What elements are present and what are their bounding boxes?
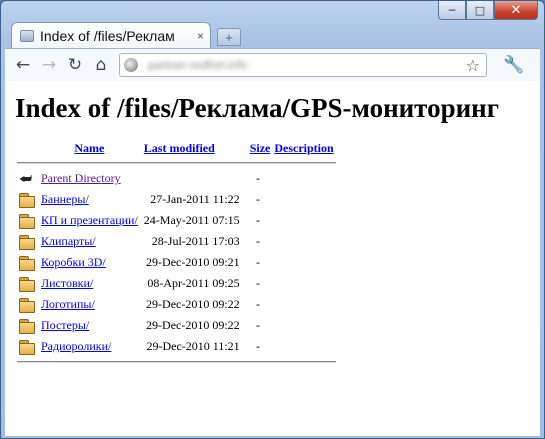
modified-date: 24-May-2011 07:15 bbox=[143, 213, 240, 227]
header-icon-cell bbox=[17, 138, 37, 158]
address-bar[interactable]: partner-redfort.info ☆ bbox=[119, 53, 487, 77]
table-row: Листовки/08-Apr-2011 09:25 - bbox=[17, 273, 336, 294]
modified-date: 28-Jul-2011 17:03 bbox=[151, 234, 240, 248]
folder-link[interactable]: Баннеры/ bbox=[41, 192, 89, 206]
folder-icon bbox=[19, 235, 35, 251]
sort-by-size-link[interactable]: Size bbox=[250, 141, 271, 155]
description bbox=[274, 336, 335, 357]
folder-icon bbox=[19, 319, 35, 335]
forward-button[interactable]: → bbox=[37, 53, 61, 77]
divider bbox=[17, 361, 336, 363]
table-row: Радиоролики/29-Dec-2010 11:21 - bbox=[17, 336, 336, 357]
folder-link[interactable]: Листовки/ bbox=[41, 276, 93, 290]
modified-date: 29-Dec-2010 11:21 bbox=[146, 339, 240, 353]
sort-by-name-link[interactable]: Name bbox=[74, 141, 104, 155]
folder-link[interactable]: Радиоролики/ bbox=[41, 339, 111, 353]
file-size: - bbox=[256, 213, 261, 227]
table-row: Постеры/29-Dec-2010 09:22 - bbox=[17, 315, 336, 336]
toolbar: ← → ↻ ⌂ partner-redfort.info ☆ 🔧 bbox=[5, 48, 540, 81]
modified-date: 29-Dec-2010 09:22 bbox=[146, 297, 240, 311]
new-tab-button[interactable]: + bbox=[217, 28, 241, 46]
folder-icon bbox=[19, 298, 35, 314]
tab-title: Index of /files/Реклам bbox=[40, 28, 175, 44]
sort-by-date-link[interactable]: Last modified bbox=[144, 141, 215, 155]
table-row: КП и презентации/24-May-2011 07:15 - bbox=[17, 210, 336, 231]
file-size: - bbox=[256, 318, 261, 332]
minimize-button[interactable]: ─ bbox=[438, 1, 466, 20]
folder-icon bbox=[19, 214, 35, 230]
page-content: Index of /files/Реклама/GPS-мониторинг N… bbox=[5, 81, 540, 436]
parent-size: - bbox=[256, 171, 261, 185]
file-size: - bbox=[256, 234, 261, 248]
header-description: Description bbox=[274, 138, 335, 158]
folder-icon bbox=[19, 193, 35, 209]
folder-icon bbox=[19, 340, 35, 356]
modified-date: 29-Dec-2010 09:22 bbox=[146, 318, 240, 332]
file-size: - bbox=[256, 192, 261, 206]
page-favicon-icon bbox=[20, 30, 34, 42]
maximize-button[interactable]: □ bbox=[466, 1, 494, 20]
description bbox=[274, 273, 335, 294]
page-title: Index of /files/Реклама/GPS-мониторинг bbox=[15, 93, 499, 123]
header-last-modified: Last modified bbox=[142, 138, 242, 158]
wrench-icon[interactable]: 🔧 bbox=[503, 55, 524, 75]
description bbox=[274, 252, 335, 273]
home-button[interactable]: ⌂ bbox=[89, 53, 113, 77]
description bbox=[274, 315, 335, 336]
header-size: Size bbox=[244, 138, 273, 158]
url-text[interactable]: partner-redfort.info bbox=[148, 58, 466, 72]
header-row: Name Last modified Size Description bbox=[17, 138, 336, 158]
description bbox=[274, 189, 335, 210]
parent-row: ⮨ Parent Directory - bbox=[17, 168, 336, 189]
back-button[interactable]: ← bbox=[11, 53, 35, 77]
folder-icon bbox=[19, 277, 35, 293]
tab-active[interactable]: Index of /files/Реклам × bbox=[11, 22, 211, 49]
table-row: Логотипы/29-Dec-2010 09:22 - bbox=[17, 294, 336, 315]
parent-directory-link[interactable]: Parent Directory bbox=[41, 171, 121, 185]
close-window-button[interactable]: ✕ bbox=[494, 1, 538, 20]
folder-link[interactable]: Логотипы/ bbox=[41, 297, 95, 311]
entries-body: Баннеры/27-Jan-2011 11:22- КП и презентац… bbox=[17, 189, 336, 357]
parent-description bbox=[274, 168, 335, 189]
folder-link[interactable]: Постеры/ bbox=[41, 318, 89, 332]
parent-date bbox=[142, 168, 242, 189]
star-icon[interactable]: ☆ bbox=[466, 56, 480, 75]
tab-close-icon[interactable]: × bbox=[197, 29, 204, 43]
window-controls: ─ □ ✕ bbox=[438, 1, 538, 20]
folder-link[interactable]: КП и презентации/ bbox=[41, 213, 138, 227]
table-row: Коробки 3D/29-Dec-2010 09:21 - bbox=[17, 252, 336, 273]
modified-date: 08-Apr-2011 09:25 bbox=[147, 276, 240, 290]
back-arrow-icon: ⮨ bbox=[19, 171, 33, 188]
folder-link[interactable]: Клипарты/ bbox=[41, 234, 96, 248]
divider-row bbox=[17, 158, 336, 168]
file-size: - bbox=[256, 297, 261, 311]
sort-by-description-link[interactable]: Description bbox=[274, 141, 333, 155]
description bbox=[274, 294, 335, 315]
description bbox=[274, 231, 335, 252]
file-size: - bbox=[256, 276, 261, 290]
reload-button[interactable]: ↻ bbox=[63, 53, 87, 77]
divider bbox=[17, 162, 336, 164]
divider-row-bottom bbox=[17, 357, 336, 367]
table-row: Баннеры/27-Jan-2011 11:22 - bbox=[17, 189, 336, 210]
table-row: Клипарты/28-Jul-2011 17:03 - bbox=[17, 231, 336, 252]
modified-date: 27-Jan-2011 11:22 bbox=[150, 192, 240, 206]
browser-window: ─ □ ✕ Index of /files/Реклам × + ← → ↻ ⌂… bbox=[0, 0, 545, 439]
description bbox=[274, 210, 335, 231]
modified-date: 29-Dec-2010 09:21 bbox=[146, 255, 240, 269]
file-size: - bbox=[256, 339, 261, 353]
globe-icon bbox=[124, 58, 138, 72]
directory-listing: Name Last modified Size Description ⮨ Pa… bbox=[15, 138, 338, 367]
folder-link[interactable]: Коробки 3D/ bbox=[41, 255, 106, 269]
folder-icon bbox=[19, 256, 35, 272]
file-size: - bbox=[256, 255, 261, 269]
header-name: Name bbox=[39, 138, 140, 158]
